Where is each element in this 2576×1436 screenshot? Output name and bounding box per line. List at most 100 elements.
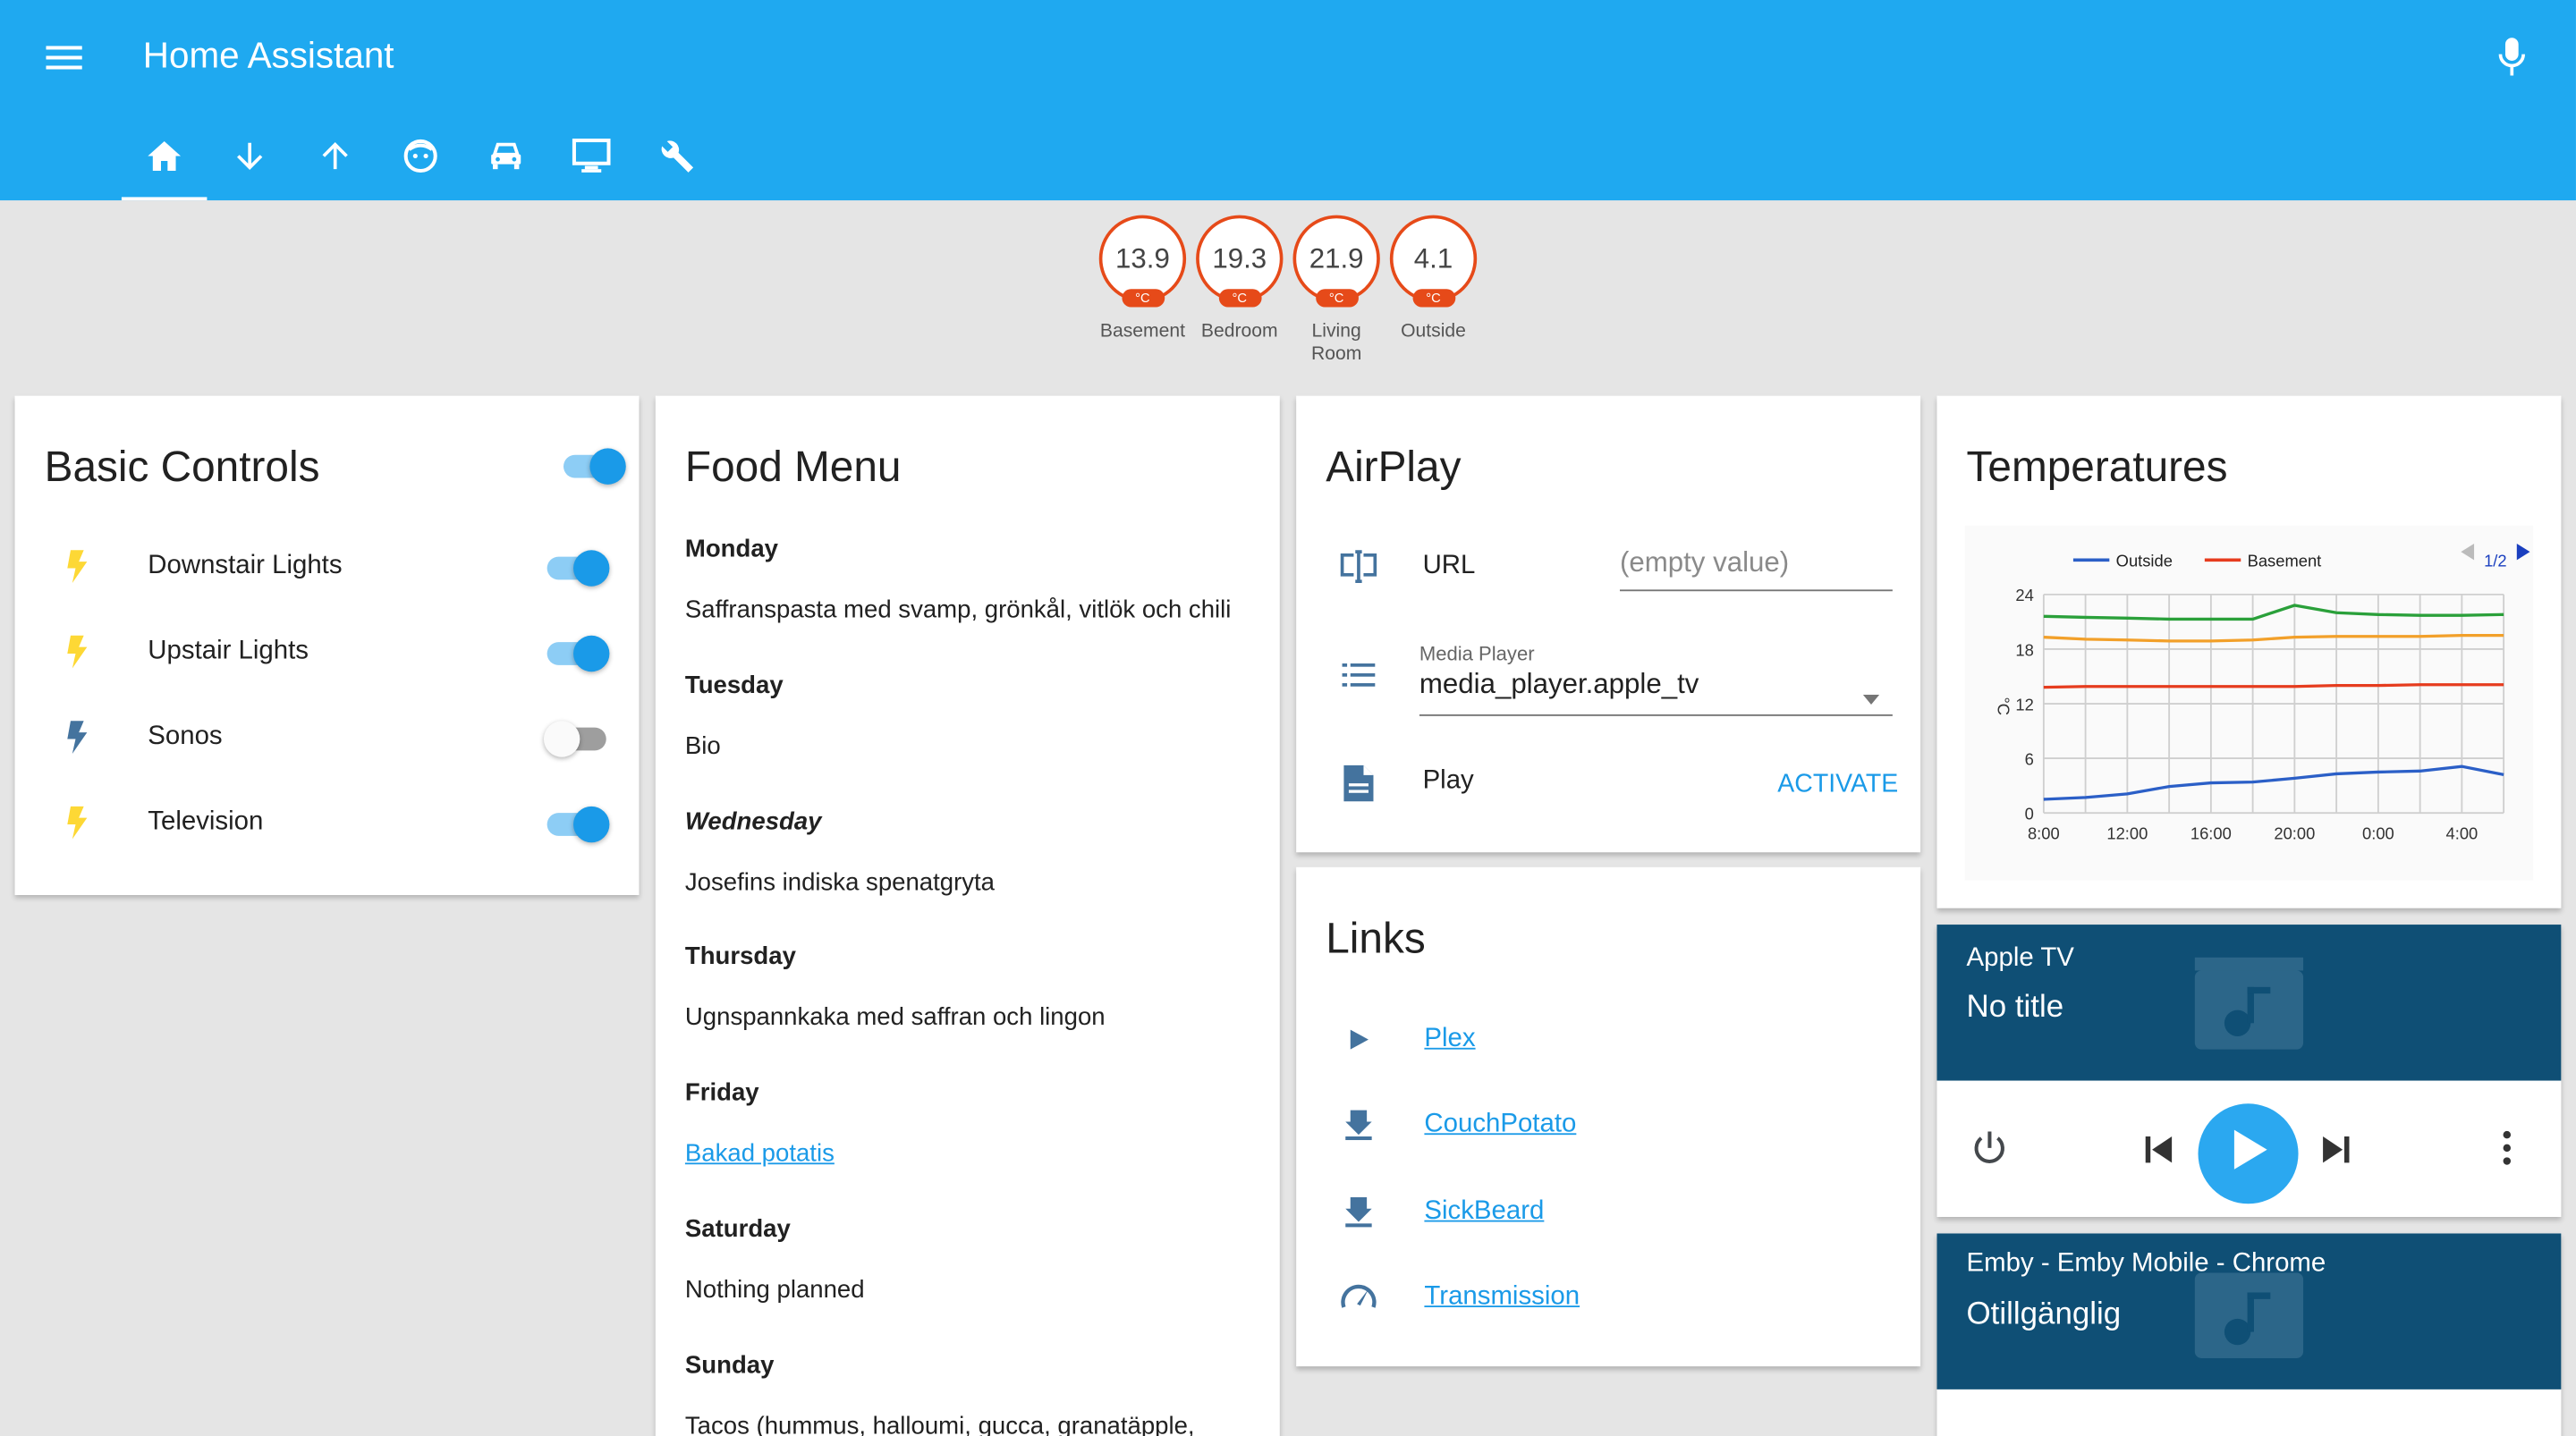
power-button[interactable]	[1967, 1128, 2012, 1174]
link-couchpotato[interactable]: CouchPotato	[1424, 1111, 1576, 1140]
menu-meal-link[interactable]: Bakad potatis	[685, 1140, 835, 1168]
play-pause-button[interactable]	[2198, 1103, 2299, 1204]
chevron-down-icon	[1862, 683, 1880, 713]
switch-row: Downstair Lights	[45, 534, 610, 599]
menu-day: Monday	[684, 535, 778, 563]
basic-controls-card: Basic Controls Downstair Lights Upstair L…	[14, 395, 640, 896]
flash-icon	[45, 719, 110, 755]
tab-media[interactable]	[548, 118, 634, 200]
legend-next-icon[interactable]	[2516, 543, 2530, 561]
tab-family[interactable]	[377, 118, 463, 200]
series-line	[2043, 633, 2504, 643]
legend-label: Outside	[2116, 552, 2173, 570]
badge-value: 13.9 °C	[1098, 215, 1187, 308]
media-player-select[interactable]: media_player.apple_tv	[1419, 669, 1893, 716]
media-header: Apple TV No title	[1936, 925, 2562, 1081]
menu-meal: Tacos (hummus, halloumi, gucca, granatäp…	[684, 1412, 1195, 1436]
play-label: Play	[1422, 766, 1474, 795]
badge-value: 21.9 °C	[1292, 215, 1380, 308]
menu-meal: Bio	[684, 731, 721, 761]
temperatures-card: Temperatures 0 6 12 18 24 8:00 12:00 16:00 20:00…	[1936, 395, 2562, 908]
play-icon	[1326, 1026, 1391, 1052]
badge-label: Basement	[1099, 321, 1185, 342]
media-header: Emby - Emby Mobile - Chrome Otillgänglig	[1936, 1233, 2562, 1390]
tab-home[interactable]	[121, 118, 208, 201]
legend-page: 1/2	[2484, 552, 2507, 570]
card-title: Temperatures	[1966, 442, 2228, 492]
next-track-button[interactable]	[2313, 1130, 2359, 1176]
x-tick-label: 4:00	[2446, 824, 2479, 843]
skip-previous-icon	[2144, 1134, 2174, 1171]
switch-row: Upstair Lights	[45, 619, 610, 684]
sensor-badge[interactable]: 4.1 °C Outside	[1389, 215, 1478, 367]
menu-day: Friday	[684, 1079, 759, 1108]
temperature-chart: 0 6 12 18 24 8:00 12:00 16:00 20:00 0:00 4:00 °C Out…	[1964, 525, 2534, 881]
badge-value-text: 13.9	[1115, 241, 1170, 274]
menu-meal: Josefins indiska spenatgryta	[684, 867, 996, 897]
x-tick-label: 20:00	[2274, 824, 2315, 843]
activate-button[interactable]: ACTIVATE	[1777, 770, 1898, 799]
tab-downstairs[interactable]	[207, 118, 292, 200]
tab-upstairs[interactable]	[292, 118, 378, 200]
microphone-icon[interactable]	[2484, 30, 2539, 85]
switch-toggle[interactable]	[544, 803, 610, 843]
sensor-badge[interactable]: 21.9 °C Living Room	[1292, 215, 1380, 367]
link-transmission[interactable]: Transmission	[1424, 1282, 1580, 1312]
link-row: Plex	[1326, 1007, 1476, 1072]
badge-value-text: 21.9	[1309, 241, 1364, 274]
y-tick-label: 24	[2015, 586, 2033, 604]
switch-row: Sonos	[45, 705, 610, 770]
face-icon	[402, 137, 438, 182]
badge-unit: °C	[1121, 289, 1165, 308]
document-icon	[1341, 762, 1377, 813]
sensor-badge[interactable]: 13.9 °C Basement	[1098, 215, 1187, 367]
media-player-label: Media Player	[1419, 642, 1535, 665]
previous-track-button[interactable]	[2136, 1130, 2182, 1176]
y-tick-label: 6	[2025, 749, 2034, 768]
card-title: Basic Controls	[44, 442, 320, 492]
play-icon	[2228, 1128, 2267, 1179]
badge-label: Outside	[1401, 321, 1466, 342]
badge-value: 19.3 °C	[1196, 215, 1284, 308]
url-input[interactable]: (empty value)	[1619, 547, 1893, 592]
switch-toggle[interactable]	[544, 547, 610, 587]
tab-settings[interactable]	[634, 118, 720, 200]
media-card-emby: Emby - Emby Mobile - Chrome Otillgänglig	[1936, 1233, 2562, 1436]
arrow-down-icon	[233, 139, 267, 180]
switch-toggle[interactable]	[544, 632, 610, 672]
y-tick-label: 18	[2015, 640, 2033, 659]
link-sickbeard[interactable]: SickBeard	[1424, 1196, 1544, 1226]
download-icon	[1326, 1195, 1391, 1228]
badge-value-text: 19.3	[1212, 241, 1267, 274]
switch-row: Television	[45, 790, 610, 855]
switch-label: Downstair Lights	[148, 552, 343, 580]
switch-label: Television	[148, 807, 264, 836]
card-title: Links	[1326, 913, 1426, 963]
sensor-badge[interactable]: 19.3 °C Bedroom	[1196, 215, 1284, 367]
badge-value-text: 4.1	[1413, 241, 1453, 274]
legend-prev-icon[interactable]	[2461, 543, 2475, 561]
x-tick-label: 8:00	[2028, 824, 2060, 843]
more-options-button[interactable]	[2487, 1128, 2527, 1174]
menu-meal: Saffranspasta med svamp, grönkål, vitlök…	[684, 596, 1232, 624]
master-toggle[interactable]	[560, 445, 626, 485]
monitor-icon	[572, 137, 611, 182]
badge-unit: °C	[1217, 289, 1261, 308]
url-label: URL	[1422, 552, 1476, 580]
y-tick-label: 12	[2015, 695, 2033, 714]
speedometer-icon	[1326, 1280, 1391, 1315]
media-player-state: No title	[1966, 990, 2064, 1026]
switch-toggle[interactable]	[543, 718, 609, 757]
tab-car[interactable]	[463, 118, 549, 200]
menu-icon[interactable]	[36, 30, 91, 85]
x-tick-label: 0:00	[2362, 824, 2394, 843]
link-plex[interactable]: Plex	[1424, 1025, 1475, 1054]
media-player-name: Emby - Emby Mobile - Chrome	[1966, 1249, 2326, 1278]
skip-next-icon	[2321, 1134, 2351, 1171]
switch-label: Upstair Lights	[148, 637, 309, 665]
media-card-apple-tv: Apple TV No title	[1936, 925, 2562, 1217]
food-menu-card: Food Menu Monday Saffranspasta med svamp,…	[655, 395, 1280, 1436]
menu-day: Saturday	[684, 1215, 791, 1244]
media-player-value: media_player.apple_tv	[1419, 668, 1699, 700]
x-tick-label: 12:00	[2106, 824, 2148, 843]
